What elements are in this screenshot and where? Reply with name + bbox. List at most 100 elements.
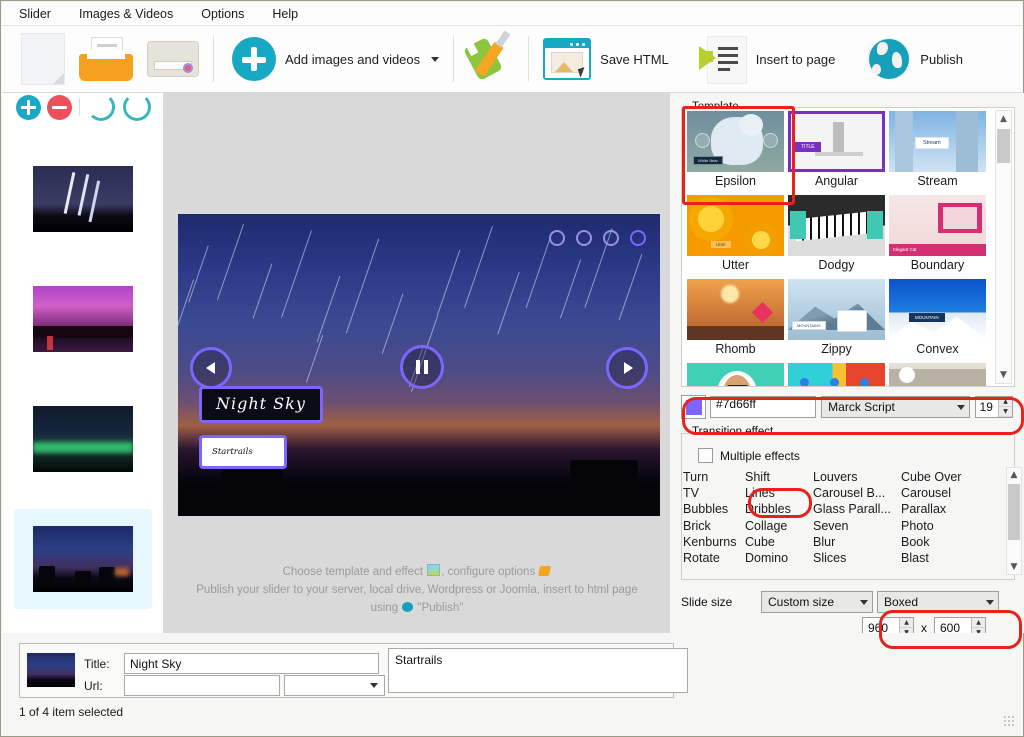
next-slide-button[interactable]: [606, 347, 648, 389]
prev-slide-button[interactable]: [190, 347, 232, 389]
effect-item[interactable]: TV: [682, 485, 744, 501]
add-slide-button[interactable]: [16, 94, 41, 120]
chevron-down-icon[interactable]: [370, 683, 378, 688]
publish-button[interactable]: Publish: [860, 30, 970, 88]
save-project-button[interactable]: [140, 30, 206, 88]
template-gallery[interactable]: White Bear Epsilon TITLE Angular Stream: [681, 107, 1015, 387]
effect-item[interactable]: Louvers: [812, 469, 900, 485]
title-input[interactable]: Night Sky: [124, 653, 379, 674]
description-textarea[interactable]: Startrails: [388, 648, 688, 693]
effect-list-scrollbar[interactable]: ▲ ▼: [1006, 467, 1022, 575]
stepper-up-icon[interactable]: ▲: [999, 397, 1012, 407]
bullet-1[interactable]: [549, 230, 565, 246]
tools-settings-button[interactable]: [461, 30, 521, 88]
effect-item[interactable]: Blur: [812, 534, 900, 550]
effect-item[interactable]: Book: [900, 534, 980, 550]
slide-layout-select[interactable]: Boxed: [877, 591, 999, 613]
effect-item[interactable]: Parallax: [900, 501, 980, 517]
effect-item[interactable]: Dribbles: [744, 501, 812, 517]
template-item-stream[interactable]: Stream Stream: [889, 111, 986, 193]
color-picker-button[interactable]: [681, 395, 707, 419]
scrollbar-thumb[interactable]: [1008, 484, 1020, 540]
template-item-partial-3[interactable]: [889, 363, 986, 386]
pause-button[interactable]: [400, 345, 444, 389]
effect-item[interactable]: Bubbles: [682, 501, 744, 517]
template-scrollbar[interactable]: ▲ ▼: [995, 110, 1012, 384]
font-size-stepper[interactable]: ▲ ▼: [998, 397, 1012, 417]
effect-item[interactable]: Slices: [812, 550, 900, 566]
transition-effect-list[interactable]: Turn TV Bubbles Brick Kenburns Rotate Sh…: [682, 469, 990, 573]
effect-item[interactable]: Cube Over: [900, 469, 980, 485]
slide-title-caption[interactable]: Night Sky: [199, 386, 323, 423]
bullet-2[interactable]: [576, 230, 592, 246]
list-item[interactable]: [14, 389, 152, 489]
open-project-button[interactable]: [72, 30, 140, 88]
template-item-convex[interactable]: MOUNTAIN Convex: [889, 279, 986, 361]
rotate-right-icon[interactable]: [123, 93, 151, 121]
effect-item[interactable]: Seven: [812, 518, 900, 534]
effect-item[interactable]: Kenburns: [682, 534, 744, 550]
font-size-spinner[interactable]: 19 ▲ ▼: [974, 396, 1013, 418]
rotate-left-icon[interactable]: [87, 93, 115, 121]
url-input[interactable]: [124, 675, 280, 696]
color-hex-input[interactable]: #7d66ff: [710, 396, 817, 418]
multiple-effects-checkbox[interactable]: [698, 448, 713, 463]
new-project-button[interactable]: [14, 30, 72, 88]
menu-item-help[interactable]: Help: [269, 5, 301, 23]
remove-slide-button[interactable]: [47, 94, 72, 120]
add-images-and-videos-button[interactable]: Add images and videos: [225, 30, 446, 88]
effect-item[interactable]: Collage: [744, 518, 812, 534]
effect-item[interactable]: Photo: [900, 518, 980, 534]
slide-size-mode-select[interactable]: Custom size: [761, 591, 873, 613]
template-item-boundary[interactable]: Elegant Cat Boundary: [889, 195, 986, 277]
scrollbar-thumb[interactable]: [997, 129, 1010, 163]
list-item[interactable]: [14, 149, 152, 249]
effect-item[interactable]: Blast: [900, 550, 980, 566]
stepper-up-icon[interactable]: ▲: [900, 618, 913, 628]
url-target-select[interactable]: [284, 675, 385, 696]
effect-item[interactable]: Shift: [744, 469, 812, 485]
insert-to-page-button[interactable]: Insert to page: [692, 30, 843, 88]
bullet-4-active[interactable]: [630, 230, 646, 246]
template-item-partial-1[interactable]: [687, 363, 784, 386]
stepper-down-icon[interactable]: ▼: [999, 407, 1012, 417]
slide-description-caption[interactable]: Startrails: [199, 435, 287, 469]
chevron-down-icon[interactable]: [986, 599, 994, 605]
scroll-down-icon[interactable]: ▼: [996, 367, 1011, 383]
effect-item[interactable]: Carousel B...: [812, 485, 900, 501]
effect-item[interactable]: Domino: [744, 550, 812, 566]
stepper-up-icon[interactable]: ▲: [972, 618, 985, 628]
save-html-button[interactable]: Save HTML: [536, 30, 676, 88]
effect-item[interactable]: Turn: [682, 469, 744, 485]
menu-item-images-videos[interactable]: Images & Videos: [76, 5, 176, 23]
effect-item-selected[interactable]: Lines: [744, 485, 812, 501]
chevron-down-icon[interactable]: [956, 404, 965, 410]
effect-item[interactable]: Rotate: [682, 550, 744, 566]
scroll-up-icon[interactable]: ▲: [996, 111, 1011, 127]
template-item-angular[interactable]: TITLE Angular: [788, 111, 885, 193]
template-item-zippy[interactable]: MOUNTAINS Zippy: [788, 279, 885, 361]
slider-preview-stage[interactable]: Night Sky Startrails: [178, 214, 660, 516]
scroll-down-icon[interactable]: ▼: [1007, 560, 1021, 574]
slider-bullets[interactable]: [549, 230, 646, 246]
chevron-down-icon[interactable]: [431, 56, 440, 62]
list-item[interactable]: [14, 269, 152, 369]
template-item-partial-2[interactable]: [788, 363, 885, 386]
menu-item-slider[interactable]: Slider: [16, 5, 54, 23]
template-item-dodgy[interactable]: Dodgy: [788, 195, 885, 277]
list-item-selected[interactable]: [14, 509, 152, 609]
resize-grip[interactable]: [1004, 716, 1014, 726]
effect-item[interactable]: Brick: [682, 518, 744, 534]
template-item-rhomb[interactable]: Rhomb: [687, 279, 784, 361]
font-family-select[interactable]: Marck Script: [821, 396, 970, 418]
chevron-down-icon[interactable]: [860, 599, 868, 605]
effect-item[interactable]: Glass Parall...: [812, 501, 900, 517]
bullet-3[interactable]: [603, 230, 619, 246]
scroll-up-icon[interactable]: ▲: [1007, 468, 1021, 482]
effect-item[interactable]: Cube: [744, 534, 812, 550]
template-item-epsilon[interactable]: White Bear Epsilon: [687, 111, 784, 193]
effect-item[interactable]: Carousel: [900, 485, 980, 501]
template-item-utter[interactable]: Utter Utter: [687, 195, 784, 277]
multiple-effects-checkbox-row[interactable]: Multiple effects: [691, 448, 800, 463]
menu-item-options[interactable]: Options: [198, 5, 247, 23]
